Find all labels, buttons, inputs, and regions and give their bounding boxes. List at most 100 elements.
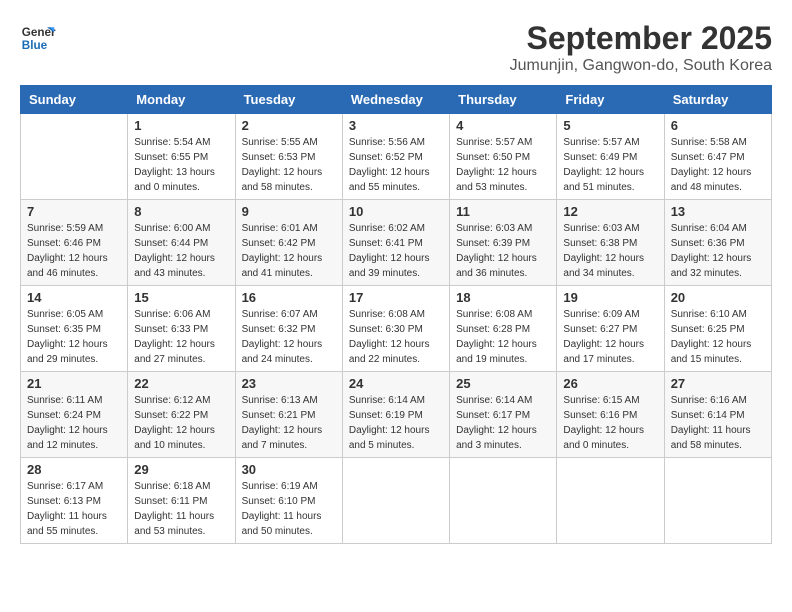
day-info: Sunrise: 6:14 AMSunset: 6:17 PMDaylight:…	[456, 393, 550, 453]
day-number: 30	[242, 462, 336, 477]
calendar-cell: 1Sunrise: 5:54 AMSunset: 6:55 PMDaylight…	[128, 114, 235, 200]
calendar-cell: 22 Sunrise: 6:12 AMSunset: 6:22 PMDayligh…	[128, 372, 235, 458]
calendar-cell: 10Sunrise: 6:02 AMSunset: 6:41 PMDayligh…	[342, 200, 449, 286]
title-block: September 2025 Jumunjin, Gangwon-do, Sou…	[510, 20, 772, 75]
calendar-cell: 8 Sunrise: 6:00 AMSunset: 6:44 PMDaylight…	[128, 200, 235, 286]
day-info: Sunrise: 5:57 AMSunset: 6:50 PMDaylight:…	[456, 135, 550, 195]
day-number: 29	[134, 462, 228, 477]
day-info: Sunrise: 5:57 AMSunset: 6:49 PMDaylight:…	[563, 135, 657, 195]
day-info: Sunrise: 6:04 AMSunset: 6:36 PMDaylight:…	[671, 221, 765, 281]
day-number: 4	[456, 118, 550, 133]
day-number: 18	[456, 290, 550, 305]
day-number: 9	[242, 204, 336, 219]
day-number: 22	[134, 376, 228, 391]
calendar-cell: 7Sunrise: 5:59 AMSunset: 6:46 PMDaylight…	[21, 200, 128, 286]
day-info: Sunrise: 6:11 AMSunset: 6:24 PMDaylight:…	[27, 393, 121, 453]
calendar-cell: 11 Sunrise: 6:03 AMSunset: 6:39 PMDayligh…	[450, 200, 557, 286]
calendar-cell	[664, 458, 771, 544]
calendar-cell: 24 Sunrise: 6:14 AMSunset: 6:19 PMDayligh…	[342, 372, 449, 458]
calendar-cell: 20 Sunrise: 6:10 AMSunset: 6:25 PMDayligh…	[664, 286, 771, 372]
calendar-cell: 23 Sunrise: 6:13 AMSunset: 6:21 PMDayligh…	[235, 372, 342, 458]
calendar-header-row: SundayMondayTuesdayWednesdayThursdayFrid…	[21, 86, 772, 114]
day-number: 3	[349, 118, 443, 133]
day-info: Sunrise: 6:18 AMSunset: 6:11 PMDaylight:…	[134, 479, 228, 539]
day-number: 23	[242, 376, 336, 391]
day-info: Sunrise: 6:16 AMSunset: 6:14 PMDaylight:…	[671, 393, 765, 453]
day-number: 11	[456, 204, 550, 219]
calendar-cell: 18 Sunrise: 6:08 AMSunset: 6:28 PMDayligh…	[450, 286, 557, 372]
day-number: 15	[134, 290, 228, 305]
calendar-header-thursday: Thursday	[450, 86, 557, 114]
day-number: 13	[671, 204, 765, 219]
day-info: Sunrise: 5:58 AMSunset: 6:47 PMDaylight:…	[671, 135, 765, 195]
calendar-cell: 28 Sunrise: 6:17 AMSunset: 6:13 PMDayligh…	[21, 458, 128, 544]
calendar-week-2: 7Sunrise: 5:59 AMSunset: 6:46 PMDaylight…	[21, 200, 772, 286]
calendar-cell: 14 Sunrise: 6:05 AMSunset: 6:35 PMDayligh…	[21, 286, 128, 372]
calendar-cell: 9Sunrise: 6:01 AMSunset: 6:42 PMDaylight…	[235, 200, 342, 286]
calendar-body: 1Sunrise: 5:54 AMSunset: 6:55 PMDaylight…	[21, 114, 772, 544]
day-number: 14	[27, 290, 121, 305]
day-number: 7	[27, 204, 121, 219]
logo: General Blue	[20, 20, 56, 56]
day-number: 10	[349, 204, 443, 219]
calendar-week-5: 28 Sunrise: 6:17 AMSunset: 6:13 PMDayligh…	[21, 458, 772, 544]
calendar-cell: 5Sunrise: 5:57 AMSunset: 6:49 PMDaylight…	[557, 114, 664, 200]
calendar-cell: 16 Sunrise: 6:07 AMSunset: 6:32 PMDayligh…	[235, 286, 342, 372]
day-number: 26	[563, 376, 657, 391]
calendar-table: SundayMondayTuesdayWednesdayThursdayFrid…	[20, 85, 772, 544]
calendar-cell: 3 Sunrise: 5:56 AMSunset: 6:52 PMDaylight…	[342, 114, 449, 200]
day-number: 1	[134, 118, 228, 133]
day-number: 20	[671, 290, 765, 305]
calendar-cell: 27 Sunrise: 6:16 AMSunset: 6:14 PMDayligh…	[664, 372, 771, 458]
day-info: Sunrise: 6:14 AMSunset: 6:19 PMDaylight:…	[349, 393, 443, 453]
calendar-week-3: 14 Sunrise: 6:05 AMSunset: 6:35 PMDayligh…	[21, 286, 772, 372]
calendar-cell: 30 Sunrise: 6:19 AMSunset: 6:10 PMDayligh…	[235, 458, 342, 544]
calendar-week-4: 21 Sunrise: 6:11 AMSunset: 6:24 PMDayligh…	[21, 372, 772, 458]
calendar-cell: 21 Sunrise: 6:11 AMSunset: 6:24 PMDayligh…	[21, 372, 128, 458]
day-info: Sunrise: 5:56 AMSunset: 6:52 PMDaylight:…	[349, 135, 443, 195]
day-info: Sunrise: 6:08 AMSunset: 6:28 PMDaylight:…	[456, 307, 550, 367]
day-number: 21	[27, 376, 121, 391]
day-number: 16	[242, 290, 336, 305]
day-info: Sunrise: 6:15 AMSunset: 6:16 PMDaylight:…	[563, 393, 657, 453]
day-info: Sunrise: 6:17 AMSunset: 6:13 PMDaylight:…	[27, 479, 121, 539]
calendar-cell: 4 Sunrise: 5:57 AMSunset: 6:50 PMDaylight…	[450, 114, 557, 200]
day-info: Sunrise: 6:12 AMSunset: 6:22 PMDaylight:…	[134, 393, 228, 453]
month-title: September 2025	[510, 20, 772, 57]
calendar-cell: 12 Sunrise: 6:03 AMSunset: 6:38 PMDayligh…	[557, 200, 664, 286]
day-info: Sunrise: 6:00 AMSunset: 6:44 PMDaylight:…	[134, 221, 228, 281]
calendar-cell	[21, 114, 128, 200]
calendar-header-wednesday: Wednesday	[342, 86, 449, 114]
calendar-header-friday: Friday	[557, 86, 664, 114]
day-number: 8	[134, 204, 228, 219]
day-info: Sunrise: 6:03 AMSunset: 6:38 PMDaylight:…	[563, 221, 657, 281]
day-number: 27	[671, 376, 765, 391]
day-info: Sunrise: 6:07 AMSunset: 6:32 PMDaylight:…	[242, 307, 336, 367]
day-number: 12	[563, 204, 657, 219]
day-info: Sunrise: 6:10 AMSunset: 6:25 PMDaylight:…	[671, 307, 765, 367]
day-info: Sunrise: 6:13 AMSunset: 6:21 PMDaylight:…	[242, 393, 336, 453]
calendar-cell: 6Sunrise: 5:58 AMSunset: 6:47 PMDaylight…	[664, 114, 771, 200]
page-header: General Blue September 2025 Jumunjin, Ga…	[20, 20, 772, 75]
calendar-cell	[342, 458, 449, 544]
day-number: 25	[456, 376, 550, 391]
day-info: Sunrise: 6:19 AMSunset: 6:10 PMDaylight:…	[242, 479, 336, 539]
calendar-cell: 29 Sunrise: 6:18 AMSunset: 6:11 PMDayligh…	[128, 458, 235, 544]
calendar-header-monday: Monday	[128, 86, 235, 114]
calendar-week-1: 1Sunrise: 5:54 AMSunset: 6:55 PMDaylight…	[21, 114, 772, 200]
calendar-header-saturday: Saturday	[664, 86, 771, 114]
calendar-cell: 26 Sunrise: 6:15 AMSunset: 6:16 PMDayligh…	[557, 372, 664, 458]
calendar-cell: 17Sunrise: 6:08 AMSunset: 6:30 PMDayligh…	[342, 286, 449, 372]
calendar-cell	[450, 458, 557, 544]
day-info: Sunrise: 6:06 AMSunset: 6:33 PMDaylight:…	[134, 307, 228, 367]
day-number: 2	[242, 118, 336, 133]
day-info: Sunrise: 6:03 AMSunset: 6:39 PMDaylight:…	[456, 221, 550, 281]
calendar-cell: 25 Sunrise: 6:14 AMSunset: 6:17 PMDayligh…	[450, 372, 557, 458]
calendar-cell: 15 Sunrise: 6:06 AMSunset: 6:33 PMDayligh…	[128, 286, 235, 372]
calendar-cell	[557, 458, 664, 544]
day-number: 28	[27, 462, 121, 477]
day-info: Sunrise: 6:09 AMSunset: 6:27 PMDaylight:…	[563, 307, 657, 367]
location-subtitle: Jumunjin, Gangwon-do, South Korea	[510, 57, 772, 75]
day-info: Sunrise: 6:05 AMSunset: 6:35 PMDaylight:…	[27, 307, 121, 367]
day-number: 24	[349, 376, 443, 391]
